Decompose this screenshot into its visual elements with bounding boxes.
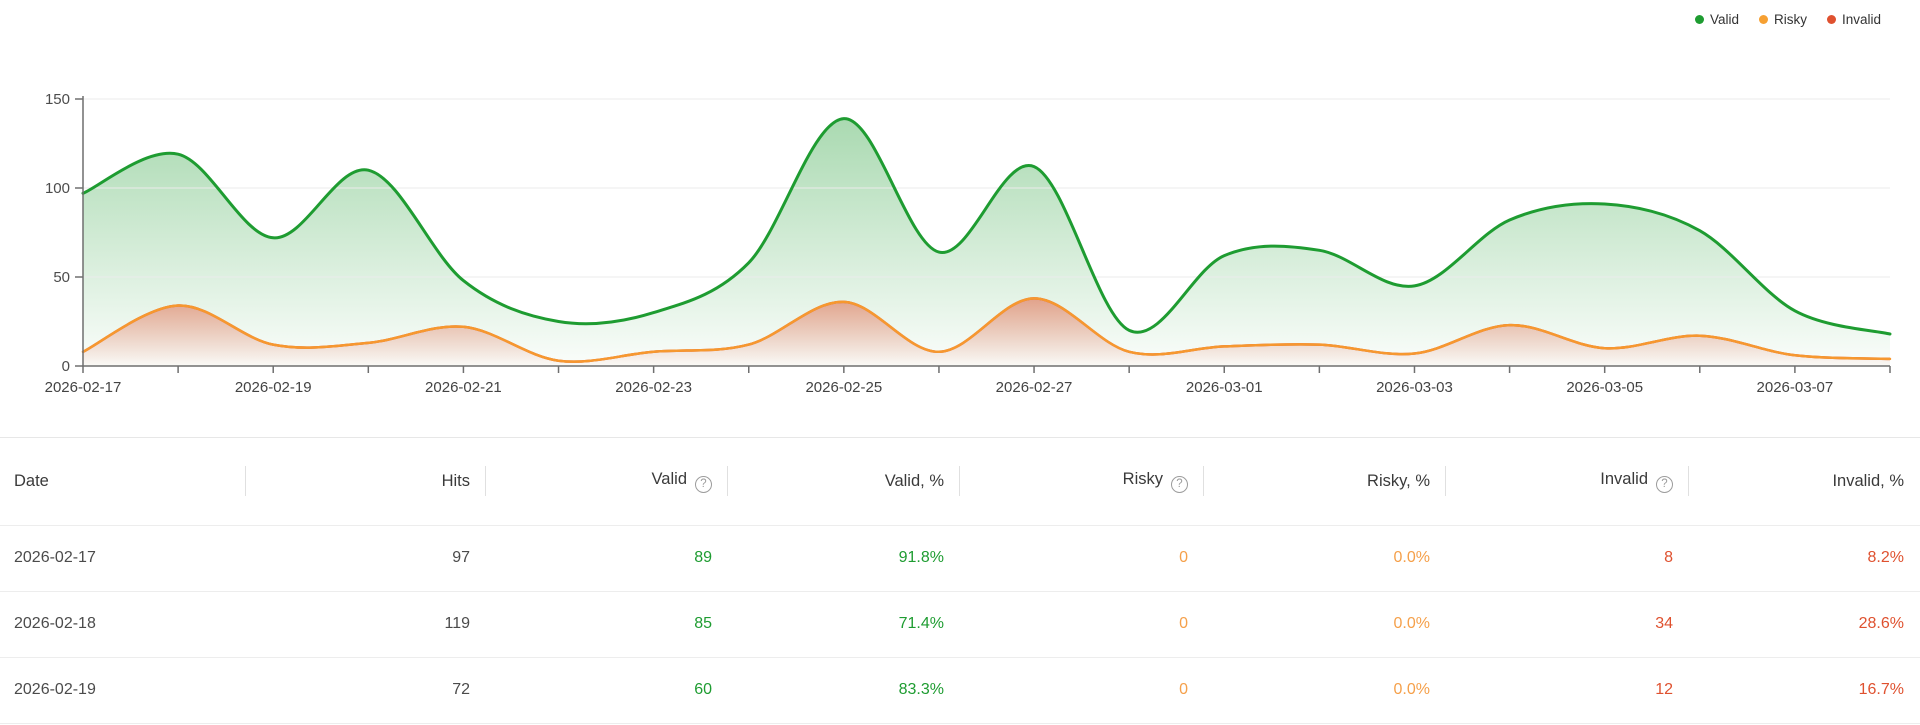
column-header-risky-pct: Risky, % — [1204, 438, 1446, 525]
cell-risky-pct: 0.0% — [1393, 615, 1430, 632]
x-tick-label: 2026-02-25 — [805, 379, 882, 396]
help-icon[interactable]: ? — [695, 475, 712, 493]
cell-invalid-pct: 16.7% — [1858, 681, 1904, 698]
cell-hits: 97 — [452, 549, 470, 566]
column-header-risky: Risky? — [960, 438, 1204, 525]
table-header-row: Date Hits Valid? Valid, % Risky? Risky, … — [0, 438, 1920, 525]
x-tick-label: 2026-02-27 — [996, 379, 1073, 396]
stats-table: Date Hits Valid? Valid, % Risky? Risky, … — [0, 438, 1920, 724]
risky-dot-icon — [1758, 15, 1768, 24]
legend-item-invalid[interactable]: Invalid — [1826, 12, 1881, 27]
cell-invalid-pct: 8.2% — [1867, 549, 1904, 566]
legend-item-risky[interactable]: Risky — [1758, 12, 1807, 27]
x-tick-label: 2026-03-03 — [1376, 379, 1453, 396]
table-row: 2026-02-18 119 85 71.4% 0 0.0% 34 28.6% — [0, 591, 1920, 657]
column-header-invalid: Invalid? — [1446, 438, 1689, 525]
cell-date: 2026-02-18 — [14, 615, 96, 632]
y-tick-label: 100 — [45, 180, 70, 197]
x-tick-label: 2026-03-05 — [1566, 379, 1643, 396]
legend-item-valid[interactable]: Valid — [1694, 12, 1739, 27]
cell-valid-pct: 91.8% — [898, 549, 944, 566]
cell-invalid: 8 — [1664, 549, 1673, 566]
valid-dot-icon — [1694, 15, 1704, 24]
column-header-invalid-pct: Invalid, % — [1832, 471, 1904, 490]
cell-risky: 0 — [1179, 549, 1188, 566]
cell-risky: 0 — [1179, 681, 1188, 698]
x-tick-label: 2026-02-23 — [615, 379, 692, 396]
y-tick-label: 150 — [45, 91, 70, 108]
stats-table-section: Date Hits Valid? Valid, % Risky? Risky, … — [0, 437, 1920, 724]
column-header-valid: Valid? — [486, 438, 728, 525]
table-row: 2026-02-17 97 89 91.8% 0 0.0% 8 8.2% — [0, 525, 1920, 591]
x-tick-label: 2026-03-07 — [1757, 379, 1834, 396]
x-tick-label: 2026-02-17 — [45, 379, 122, 396]
cell-hits: 119 — [444, 615, 470, 632]
column-header-date: Date — [0, 438, 246, 525]
column-header-valid-pct: Valid, % — [728, 438, 960, 525]
cell-valid-pct: 71.4% — [898, 615, 944, 632]
help-icon[interactable]: ? — [1171, 475, 1188, 493]
x-tick-label: 2026-02-19 — [235, 379, 312, 396]
cell-invalid: 34 — [1655, 615, 1673, 632]
help-icon[interactable]: ? — [1656, 475, 1673, 493]
validation-stats-page: Valid Risky Invalid 0 50 100 150 2026-02-17 2… — [0, 0, 1920, 725]
y-tick-label: 0 — [62, 358, 70, 375]
cell-invalid-pct: 28.6% — [1858, 615, 1904, 632]
x-tick-label: 2026-02-21 — [425, 379, 502, 396]
validation-area-chart: 0 50 100 150 2026-02-17 2026-02-19 2026-02-21 2… — [45, 91, 1892, 396]
cell-risky-pct: 0.0% — [1393, 549, 1430, 566]
invalid-dot-icon — [1826, 15, 1836, 24]
cell-valid: 89 — [694, 549, 712, 566]
table-row: 2026-02-19 72 60 83.3% 0 0.0% 12 16.7% — [0, 657, 1920, 723]
cell-invalid: 12 — [1655, 681, 1673, 698]
y-tick-label: 50 — [53, 269, 70, 286]
x-tick-label: 2026-03-01 — [1186, 379, 1263, 396]
cell-risky-pct: 0.0% — [1393, 681, 1430, 698]
chart-legend: Valid Risky Invalid — [1694, 12, 1881, 27]
legend-label-risky: Risky — [1773, 12, 1807, 27]
cell-date: 2026-02-17 — [14, 549, 96, 566]
cell-hits: 72 — [452, 681, 470, 698]
cell-date: 2026-02-19 — [14, 681, 96, 698]
cell-valid: 85 — [694, 615, 712, 632]
cell-valid: 60 — [694, 681, 712, 698]
legend-label-valid: Valid — [1709, 12, 1739, 27]
column-header-hits: Hits — [246, 438, 486, 525]
cell-valid-pct: 83.3% — [898, 681, 944, 698]
legend-label-invalid: Invalid — [1841, 12, 1881, 27]
cell-risky: 0 — [1179, 615, 1188, 632]
